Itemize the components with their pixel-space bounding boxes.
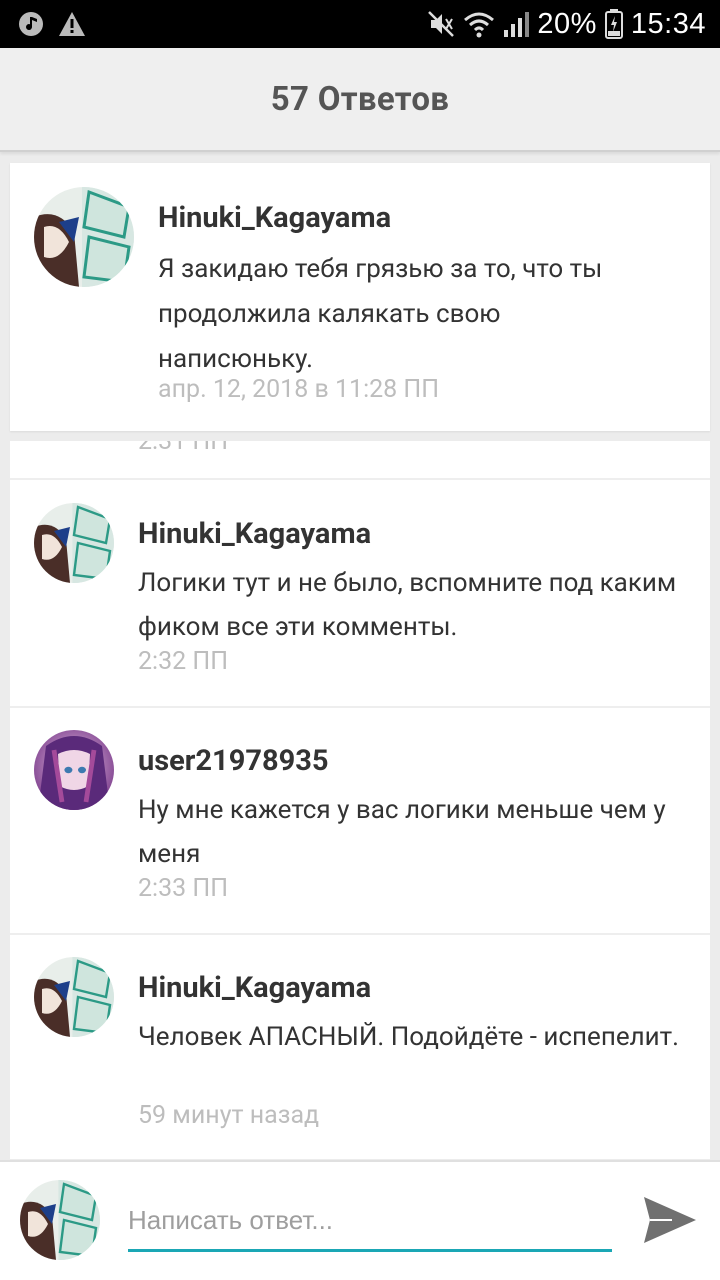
reply-text: Человек АПАСНЫЙ. Подойдёте - испепелит. bbox=[138, 1022, 680, 1052]
status-bar: 20% 15:34 bbox=[0, 0, 720, 48]
send-icon bbox=[642, 1195, 698, 1248]
reply-item[interactable]: user21978935 Ну мне кажется у вас логики… bbox=[10, 708, 710, 933]
reply-timestamp: 2:33 ПП bbox=[138, 874, 229, 903]
replies-list[interactable]: 2:31 ПП Hinuki_Kagayama Логики тут и не … bbox=[10, 441, 710, 1159]
reply-timestamp: 59 минут назад bbox=[138, 1101, 320, 1130]
avatar[interactable] bbox=[34, 957, 114, 1037]
avatar bbox=[20, 1180, 100, 1260]
app-header: 57 Ответов bbox=[0, 48, 720, 152]
battery-icon bbox=[604, 9, 623, 39]
reply-timestamp: 2:32 ПП bbox=[138, 647, 229, 676]
reply-item[interactable]: Hinuki_Kagayama Человек АПАСНЫЙ. Подойдё… bbox=[10, 935, 710, 1159]
reply-author[interactable]: Hinuki_Kagayama bbox=[138, 971, 371, 1005]
send-button[interactable] bbox=[640, 1194, 700, 1248]
avatar-hinuki-image bbox=[34, 187, 134, 287]
reply-input[interactable] bbox=[128, 1198, 612, 1252]
page-title: 57 Ответов bbox=[270, 79, 450, 119]
avatar-hinuki-image bbox=[34, 957, 114, 1037]
music-icon bbox=[18, 11, 44, 37]
reply-author[interactable]: Hinuki_Kagayama bbox=[138, 517, 371, 551]
avatar[interactable] bbox=[34, 187, 134, 287]
comment-author[interactable]: Hinuki_Kagayama bbox=[158, 201, 391, 235]
parent-comment[interactable]: Hinuki_Kagayama Я закидаю тебя грязью за… bbox=[10, 163, 710, 431]
avatar-hinuki-image bbox=[34, 503, 114, 583]
avatar-user-image bbox=[34, 730, 114, 810]
clipped-timestamp: 2:31 ПП bbox=[138, 441, 229, 456]
avatar-hinuki-image bbox=[20, 1180, 100, 1260]
avatar[interactable] bbox=[34, 730, 114, 810]
warning-icon bbox=[58, 11, 86, 37]
comment-text: Я закидаю тебя грязью за то, что ты прод… bbox=[158, 254, 603, 374]
reply-item[interactable]: Hinuki_Kagayama Логики тут и не было, вс… bbox=[10, 481, 710, 706]
signal-icon bbox=[503, 10, 530, 38]
reply-composer bbox=[0, 1160, 720, 1280]
divider bbox=[10, 478, 710, 480]
comment-timestamp: апр. 12, 2018 в 11:28 ПП bbox=[158, 375, 440, 404]
wifi-icon bbox=[463, 10, 495, 38]
mute-vibrate-icon bbox=[427, 10, 455, 38]
reply-text: Ну мне кажется у вас логики меньше чем у… bbox=[138, 795, 666, 869]
clock: 15:34 bbox=[630, 7, 706, 40]
battery-percent: 20% bbox=[537, 7, 597, 40]
reply-text: Логики тут и не было, вспомните под каки… bbox=[138, 568, 677, 642]
status-right: 20% 15:34 bbox=[427, 8, 706, 41]
status-left bbox=[18, 11, 86, 37]
reply-author[interactable]: user21978935 bbox=[138, 744, 329, 778]
avatar[interactable] bbox=[34, 503, 114, 583]
